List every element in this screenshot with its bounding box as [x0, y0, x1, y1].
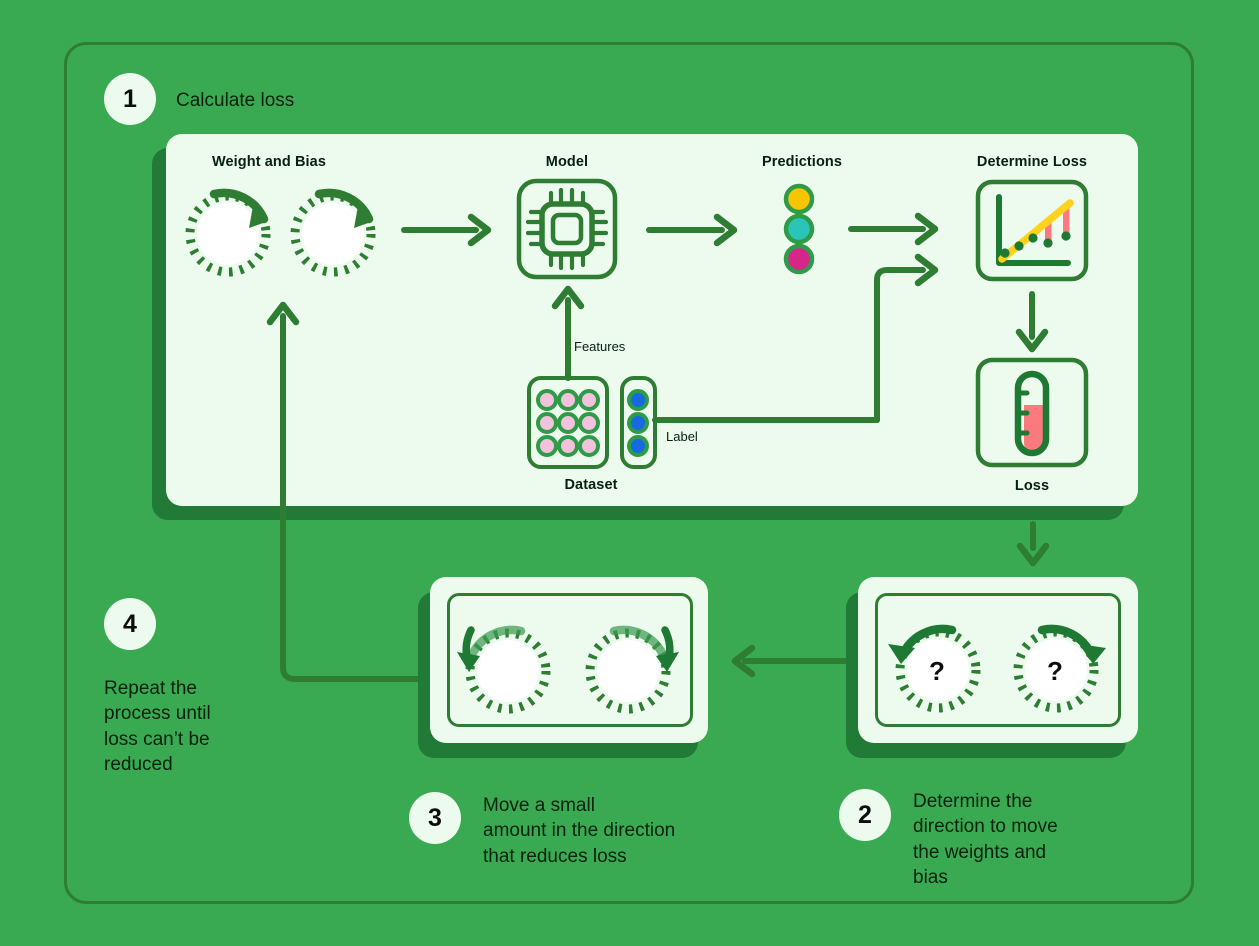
- step-2-line-1: Determine the: [913, 791, 1033, 812]
- step2-right-dial-question-mark: ?: [1047, 656, 1063, 686]
- step2-left-dial-question-mark: ?: [929, 656, 945, 686]
- step-2-number-badge: 2: [839, 789, 891, 841]
- step-2-number: 2: [858, 800, 872, 829]
- step-2-line-4: bias: [913, 866, 948, 888]
- step-2-line-3: the weights and: [913, 841, 1047, 863]
- step-2-line-2: direction to move: [913, 816, 1058, 838]
- step-2-description: Determine the direction to move the weig…: [913, 789, 1128, 890]
- diagram-canvas: 1 Calculate loss Weight and Bias Model P…: [0, 0, 1259, 946]
